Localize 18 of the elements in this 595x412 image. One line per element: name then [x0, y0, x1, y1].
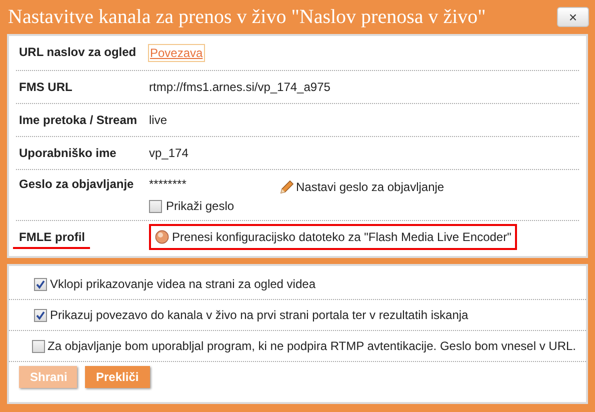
password-value: ******** [149, 176, 188, 192]
window-title: Nastavitve kanala za prenos v živo "Naslov prenosa v živo" [7, 5, 487, 29]
field-label: FMS URL [19, 80, 72, 94]
option-label: Za objavljanje bom uporabljal program, ki ne podpira RTMP avtentikacije. Geslo bom vnesel v URL. [48, 338, 576, 354]
option-label: Vklopi prikazovanje videa na strani za ogled videa [50, 276, 316, 292]
checkbox-label: Prikaži geslo [166, 198, 234, 214]
field-label: Uporabniško ime [19, 146, 116, 160]
field-label: Geslo za objavljanje [19, 177, 134, 191]
field-value: vp_174 [149, 145, 188, 161]
field-label: Ime pretoka / Stream [19, 113, 138, 127]
option-label: Prikazuj povezavo do kanala v živo na prvi strani portala ter v rezultatih iskanja [50, 307, 468, 323]
field-value: rtmp://fms1.arnes.si/vp_174_a975 [149, 79, 330, 95]
set-password-link[interactable]: Nastavi geslo za objavljanje [279, 179, 444, 195]
field-label: URL naslov za ogled [19, 45, 136, 59]
close-button[interactable]: × [557, 7, 589, 27]
field-value: live [149, 112, 168, 128]
field-label: FMLE profil [13, 230, 90, 249]
download-link[interactable]: Prenesi konfiguracijsko datoteko za "Flash Media Live Encoder" [149, 224, 518, 250]
